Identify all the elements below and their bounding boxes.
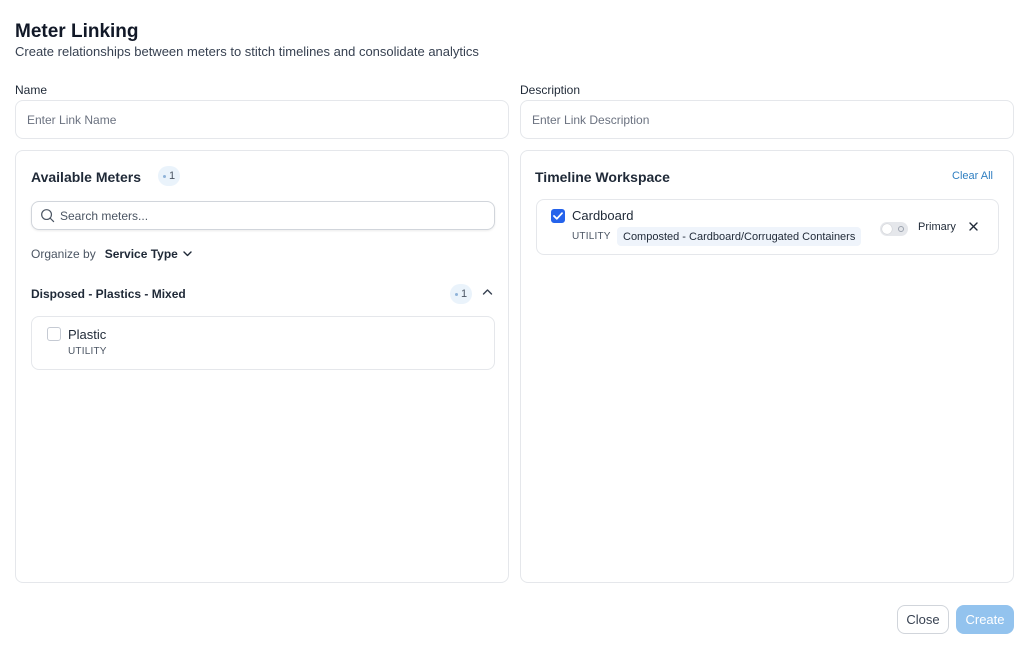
search-box[interactable] (31, 201, 495, 230)
meter-type: UTILITY (68, 346, 107, 357)
organize-by-dropdown[interactable]: Service Type (105, 247, 192, 261)
meter-name: Plastic (68, 327, 107, 342)
name-label: Name (15, 83, 48, 97)
workspace-item-name: Cardboard (572, 208, 634, 223)
check-icon (553, 212, 563, 220)
group-count-badge: 1 (450, 284, 473, 304)
name-input[interactable] (15, 100, 509, 139)
dialog-subtitle: Create relationships between meters to s… (15, 44, 479, 59)
workspace-item-checkbox[interactable] (551, 209, 565, 223)
close-button[interactable]: Close (897, 605, 949, 634)
search-input[interactable] (60, 208, 494, 223)
badge-dot-icon (163, 174, 166, 178)
description-label: Description (520, 83, 581, 97)
close-icon[interactable] (969, 222, 978, 231)
organize-by-label: Organize by (31, 247, 96, 261)
available-meters-title: Available Meters (31, 169, 141, 185)
timeline-workspace-panel: Timeline Workspace Clear All Cardboard U… (520, 150, 1014, 583)
available-meters-panel: Available Meters 1 Organize by Service T… (15, 150, 509, 583)
available-meters-count-badge: 1 (158, 166, 181, 186)
timeline-workspace-title: Timeline Workspace (535, 169, 670, 185)
organize-by: Organize by Service Type (31, 247, 192, 261)
available-meters-count: 1 (169, 170, 176, 182)
primary-label: Primary (918, 221, 956, 233)
meter-item-plastic[interactable]: Plastic UTILITY (31, 316, 495, 370)
toggle-off-icon (898, 226, 904, 232)
group-count: 1 (461, 288, 468, 300)
chevron-down-icon (183, 251, 192, 257)
service-type-tag: Composted - Cardboard/Corrugated Contain… (617, 227, 862, 246)
badge-dot-icon (455, 292, 458, 296)
primary-toggle[interactable] (880, 222, 908, 236)
search-icon (41, 209, 55, 223)
organize-by-value: Service Type (104, 247, 178, 261)
meter-checkbox[interactable] (47, 327, 61, 341)
group-header: Disposed - Plastics - Mixed (31, 287, 186, 301)
description-input[interactable] (520, 100, 1014, 139)
chevron-up-icon[interactable] (482, 288, 493, 296)
workspace-item-type: UTILITY (572, 231, 611, 242)
dialog-title: Meter Linking (15, 21, 139, 42)
clear-all-link[interactable]: Clear All (952, 170, 993, 182)
workspace-item-cardboard[interactable]: Cardboard UTILITY Composted - Cardboard/… (536, 199, 999, 255)
create-button[interactable]: Create (956, 605, 1014, 634)
toggle-knob (882, 224, 892, 234)
